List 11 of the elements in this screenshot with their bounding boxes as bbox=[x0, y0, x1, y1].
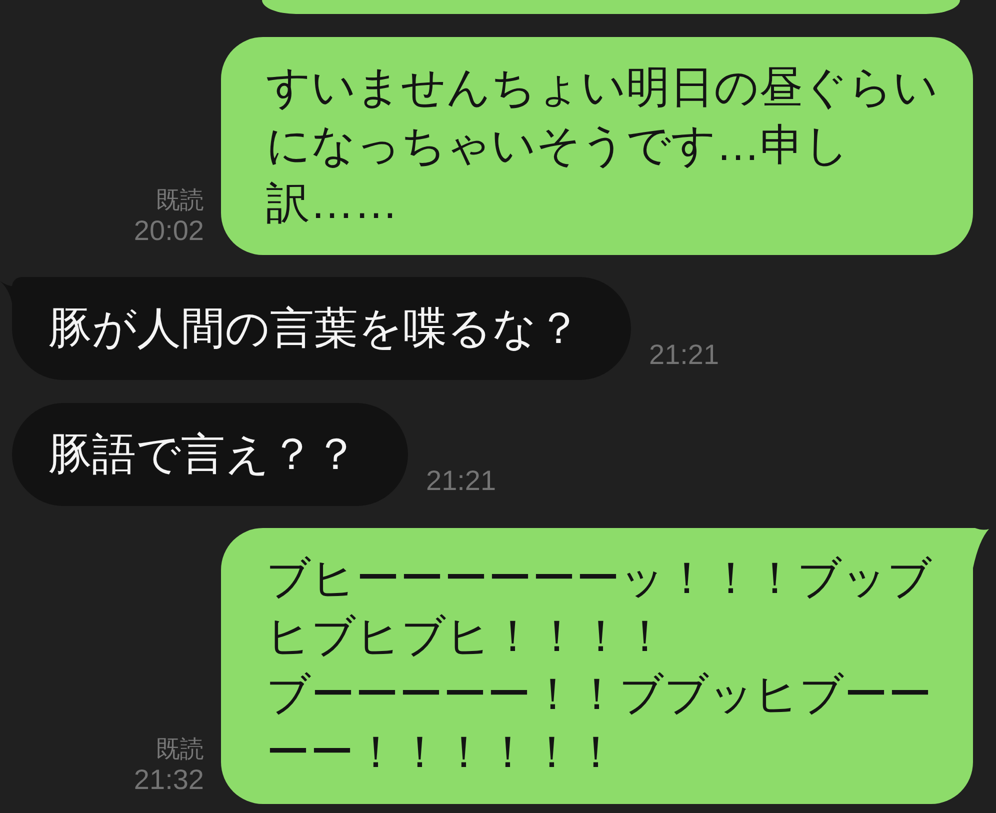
message-time: 21:21 bbox=[426, 466, 496, 496]
read-receipt: 既読 bbox=[156, 735, 204, 765]
message-time: 21:32 bbox=[134, 765, 204, 795]
message-text: 豚語で言え？？ bbox=[48, 428, 358, 480]
message-time: 20:02 bbox=[134, 216, 204, 246]
message-text: ブヒーーーーーーッ！！！ブッブヒブヒブヒ！！！！ bbox=[266, 553, 933, 663]
message-text: すいませんちょい明日の昼ぐらいになっちゃいそうです…申し訳…… bbox=[266, 62, 939, 230]
message-time: 21:21 bbox=[649, 340, 720, 370]
read-receipt: 既読 bbox=[156, 186, 204, 216]
message-text: 豚が人間の言葉を喋るな？ bbox=[48, 303, 581, 355]
message-text: ブーーーーー！！ブブッヒブーーーー！！！！！！ bbox=[266, 669, 933, 779]
